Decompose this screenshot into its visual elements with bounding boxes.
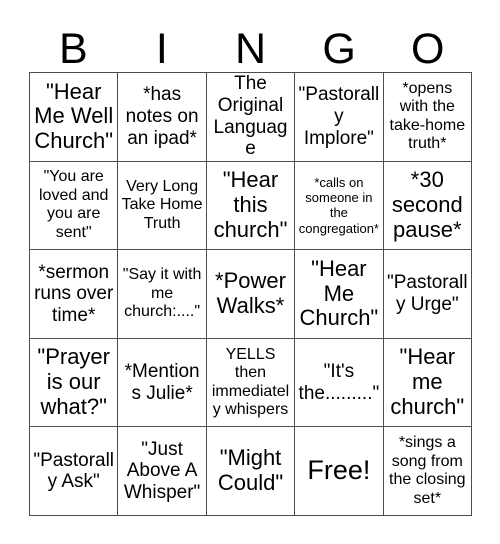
bingo-cell-label: *Power Walks* (215, 268, 286, 318)
bingo-cell[interactable]: "Hear Me Well Church" (30, 73, 119, 162)
bingo-cell-label: *sermon runs over time* (34, 261, 114, 326)
bingo-cell-label: "Say it with me church:...." (122, 266, 202, 321)
bingo-cell-label: *has notes on an ipad* (125, 84, 199, 149)
header-letter-i: I (155, 25, 168, 73)
bingo-cell-label: "Might Could" (217, 445, 284, 496)
bingo-cell-label: "Hear Me Well Church" (34, 78, 114, 154)
bingo-cell[interactable]: "Hear Me Church" (295, 250, 384, 339)
bingo-cell-label: "Hear Me Church" (299, 255, 379, 331)
bingo-cell-label: Very Long Take Home Truth (121, 177, 203, 232)
bingo-grid: "Hear Me Well Church" *has notes on an ip… (29, 72, 472, 516)
bingo-cell-label: *sings a song from the closing set* (389, 434, 466, 507)
bingo-cell-label: Free! (307, 455, 371, 486)
bingo-cell[interactable]: "Hear this church" (206, 161, 296, 251)
bingo-cell[interactable]: YELLS then immediately whispers (206, 338, 296, 428)
bingo-cell[interactable]: "You are loved and you are sent" (30, 161, 119, 251)
bingo-cell[interactable]: *Mentions Julie* (118, 338, 207, 428)
header-letter-g: G (322, 25, 356, 73)
bingo-cell[interactable]: *opens with the take-home truth* (383, 73, 472, 162)
bingo-cell[interactable]: *Power Walks* (206, 250, 296, 339)
bingo-cell[interactable]: "Pastorally Urge" (383, 250, 472, 339)
bingo-cell[interactable]: "Just Above A Whisper" (118, 427, 207, 516)
bingo-cell-free[interactable]: Free! (295, 427, 384, 516)
bingo-card: B I N G O "Hear Me Well Church" *has note… (0, 0, 500, 544)
bingo-header: B I N G O (29, 14, 472, 72)
header-letter-b: B (58, 25, 88, 73)
bingo-cell-label: "Pastorally Ask" (33, 449, 115, 493)
bingo-cell-label: "Hear this church" (213, 167, 288, 242)
bingo-cell-label: "Prayer is our what?" (37, 344, 110, 420)
bingo-cell[interactable]: "Might Could" (206, 427, 296, 516)
bingo-cell[interactable]: "Hear me church" (383, 338, 472, 428)
bingo-cell[interactable]: *30 second pause* (383, 161, 472, 251)
bingo-cell-label: YELLS then immediately whispers (211, 345, 290, 419)
bingo-cell-label: "Pastorally Implore" (298, 84, 380, 149)
bingo-cell-label: *calls on someone in the congregation* (298, 174, 379, 236)
bingo-cell[interactable]: "Say it with me church:...." (118, 250, 207, 339)
bingo-cell[interactable]: "It's the........." (295, 338, 384, 428)
header-letter-n: N (234, 25, 267, 73)
bingo-cell-label: "Just Above A Whisper" (123, 438, 201, 504)
bingo-cell[interactable]: "Pastorally Implore" (295, 73, 384, 162)
bingo-cell-label: "Hear me church" (390, 344, 465, 420)
bingo-cell[interactable]: "Pastorally Ask" (30, 427, 119, 516)
bingo-cell[interactable]: *calls on someone in the congregation* (295, 161, 384, 251)
bingo-cell[interactable]: *sings a song from the closing set* (383, 427, 472, 516)
bingo-cell-label: "It's the........." (298, 360, 380, 404)
bingo-cell[interactable]: Very Long Take Home Truth (118, 161, 207, 251)
bingo-cell-label: *opens with the take-home truth* (389, 79, 466, 153)
header-letter-o: O (410, 25, 445, 73)
bingo-cell[interactable]: *sermon runs over time* (30, 250, 119, 339)
bingo-cell-label: "Pastorally Urge" (386, 272, 468, 315)
bingo-cell[interactable]: "Prayer is our what?" (30, 338, 119, 428)
bingo-cell-label: The Original Language (213, 73, 288, 160)
bingo-cell[interactable]: *has notes on an ipad* (118, 73, 207, 162)
bingo-cell-label: "You are loved and you are sent" (39, 168, 109, 241)
bingo-cell-label: *30 second pause* (391, 167, 463, 242)
bingo-cell[interactable]: The Original Language (206, 73, 296, 162)
bingo-cell-label: *Mentions Julie* (124, 360, 200, 404)
